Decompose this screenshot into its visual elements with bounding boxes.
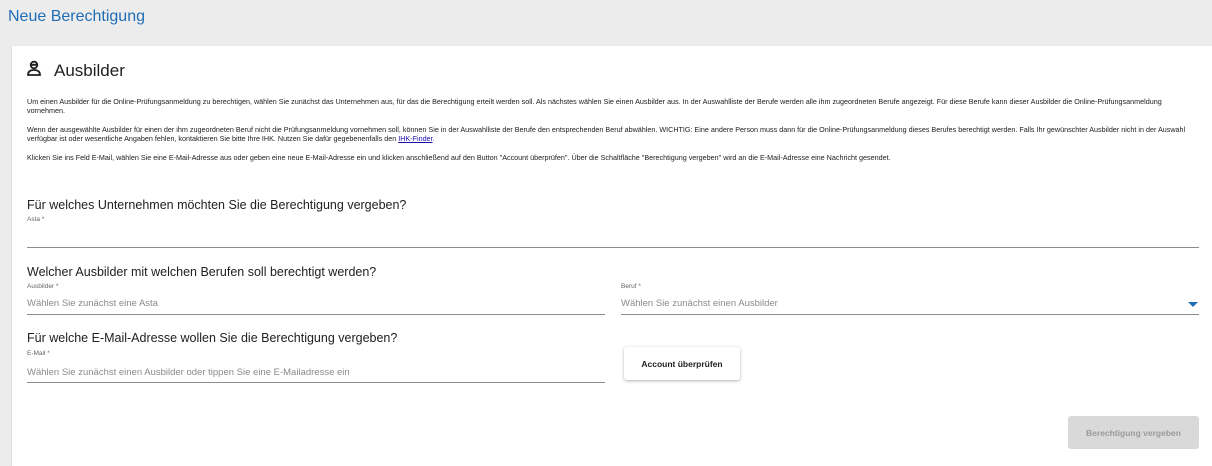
ausbilder-select[interactable]: Wählen Sie zunächst eine Asta <box>27 298 603 309</box>
ausbilder-underline <box>27 314 605 315</box>
ihk-finder-link[interactable]: IHK-Finder <box>398 134 432 143</box>
email-underline <box>27 382 605 383</box>
beruf-underline <box>621 314 1199 315</box>
chevron-down-icon[interactable] <box>1188 302 1198 307</box>
ausbilder-label: Ausbilder * <box>27 283 59 290</box>
account-check-button[interactable]: Account überprüfen <box>624 347 740 380</box>
info-paragraph: Wenn der ausgewählte Ausbilder für einen… <box>27 125 1197 143</box>
asta-input[interactable] <box>27 228 1197 242</box>
info-paragraph-text: Wenn der ausgewählte Ausbilder für einen… <box>27 125 1186 143</box>
beruf-label: Beruf * <box>621 283 641 290</box>
intro-paragraph: Um einen Ausbilder für die Online-Prüfun… <box>27 97 1162 115</box>
email-question: Für welche E-Mail-Adresse wollen Sie die… <box>27 331 398 345</box>
trainer-question: Welcher Ausbilder mit welchen Berufen so… <box>27 265 377 279</box>
grant-permission-button[interactable]: Berechtigung vergeben <box>1068 416 1199 449</box>
beruf-select[interactable]: Wählen Sie zunächst einen Ausbilder <box>621 298 1181 309</box>
asta-label: Asta * <box>27 216 45 223</box>
company-question: Für welches Unternehmen möchten Sie die … <box>27 198 407 212</box>
section-header: Ausbilder <box>26 60 125 81</box>
asta-underline <box>27 247 1199 248</box>
trainer-person-icon <box>26 60 42 81</box>
page-title: Neue Berechtigung <box>8 8 145 25</box>
email-field[interactable]: Wählen Sie zunächst einen Ausbilder oder… <box>27 367 603 378</box>
section-title: Ausbilder <box>54 60 125 80</box>
email-label: E-Mail * <box>27 350 50 357</box>
trainer-permission-card: Ausbilder Um einen Ausbilder für die Onl… <box>12 46 1212 466</box>
page-header: Neue Berechtigung <box>0 0 1212 34</box>
info-paragraph-end: . <box>432 134 435 143</box>
email-instructions-paragraph: Klicken Sie ins Feld E-Mail, wählen Sie … <box>27 153 891 162</box>
